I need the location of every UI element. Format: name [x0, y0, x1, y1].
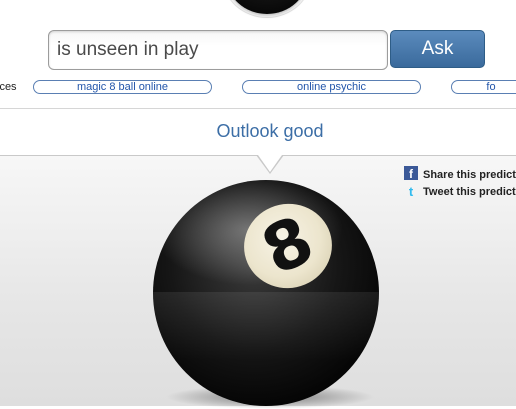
share-facebook-label: Share this predicti	[423, 169, 516, 181]
share-twitter-link[interactable]: t Tweet this predicti	[404, 185, 516, 199]
link-magic-8-ball-online[interactable]: magic 8 ball online	[33, 80, 212, 94]
link-online-psychic[interactable]: online psychic	[242, 80, 421, 94]
services-label: ices	[0, 81, 17, 93]
ball-reflection	[153, 292, 379, 406]
share-facebook-link[interactable]: f Share this predicti	[404, 166, 516, 181]
answer-text: Outlook good	[216, 121, 324, 141]
ball-number: 8	[250, 200, 325, 291]
magic-8-ball[interactable]: 8	[153, 180, 379, 406]
share-twitter-label: Tweet this predicti	[423, 186, 516, 198]
ask-button[interactable]: Ask	[390, 30, 485, 68]
twitter-icon: t	[408, 184, 414, 199]
answer-pointer	[258, 155, 282, 172]
question-input[interactable]	[48, 30, 388, 70]
divider	[0, 108, 516, 109]
facebook-icon: f	[404, 166, 418, 180]
link-partial[interactable]: fo	[451, 80, 516, 94]
